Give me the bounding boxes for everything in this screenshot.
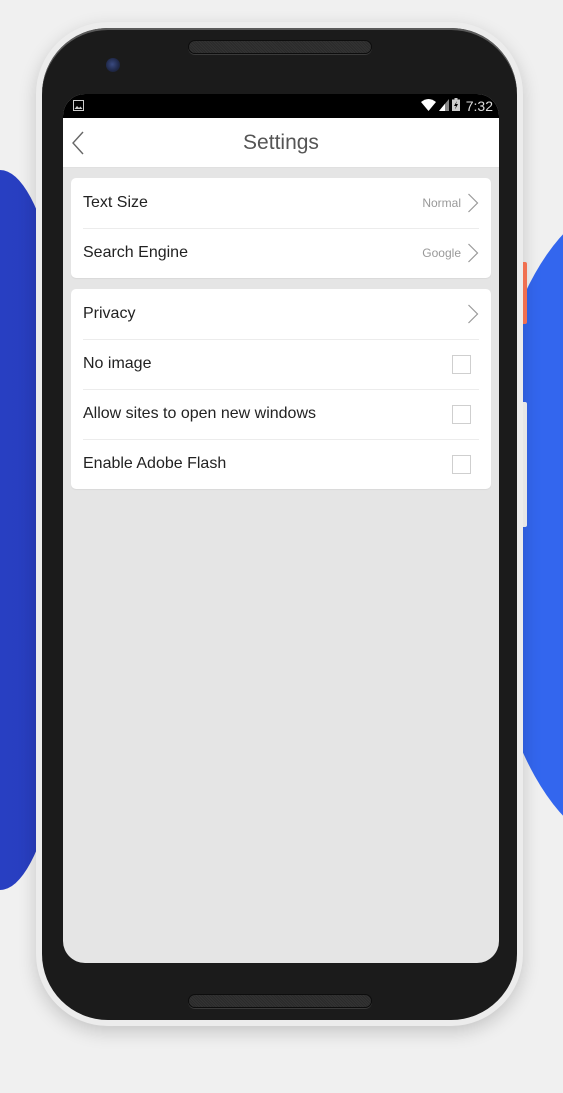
settings-group-privacy: Privacy No image Allow sites to open new…	[71, 289, 491, 489]
setting-label: No image	[83, 355, 152, 372]
signal-icon	[438, 98, 449, 114]
chevron-right-icon	[468, 243, 479, 263]
bottom-speaker	[187, 994, 372, 1008]
setting-label: Text Size	[83, 194, 148, 211]
wifi-icon	[420, 98, 436, 114]
setting-search-engine[interactable]: Search Engine Google	[71, 228, 491, 278]
chevron-left-icon	[72, 131, 84, 155]
setting-value: Normal	[422, 196, 461, 210]
setting-enable-flash[interactable]: Enable Adobe Flash	[71, 439, 491, 489]
no-image-checkbox[interactable]	[452, 354, 471, 374]
setting-label: Search Engine	[83, 244, 188, 261]
volume-button	[523, 402, 527, 527]
settings-group-display: Text Size Normal Search Engine Google	[71, 178, 491, 278]
setting-label: Allow sites to open new windows	[83, 405, 317, 422]
setting-text-size[interactable]: Text Size Normal	[71, 178, 491, 228]
chevron-right-icon	[468, 304, 479, 324]
image-notification-icon	[73, 99, 84, 114]
page-title: Settings	[243, 130, 319, 154]
allow-new-windows-checkbox[interactable]	[452, 404, 471, 424]
front-camera	[106, 58, 120, 72]
chevron-right-icon	[468, 193, 479, 213]
earpiece-speaker	[187, 40, 372, 54]
battery-charging-icon	[451, 98, 460, 114]
setting-privacy[interactable]: Privacy	[71, 289, 491, 339]
setting-label: Privacy	[83, 305, 136, 322]
status-time: 7:32	[465, 98, 493, 114]
setting-label: Enable Adobe Flash	[83, 455, 227, 472]
power-button	[523, 262, 527, 324]
app-header: Settings	[63, 118, 499, 168]
setting-value: Google	[422, 246, 461, 260]
status-bar: 7:32	[63, 94, 499, 118]
setting-no-image[interactable]: No image	[71, 339, 491, 389]
back-button[interactable]	[69, 130, 91, 156]
screen: 7:32 Settings Text Size Normal Search En…	[63, 94, 499, 963]
enable-flash-checkbox[interactable]	[452, 454, 471, 474]
setting-allow-new-windows[interactable]: Allow sites to open new windows	[71, 389, 491, 439]
